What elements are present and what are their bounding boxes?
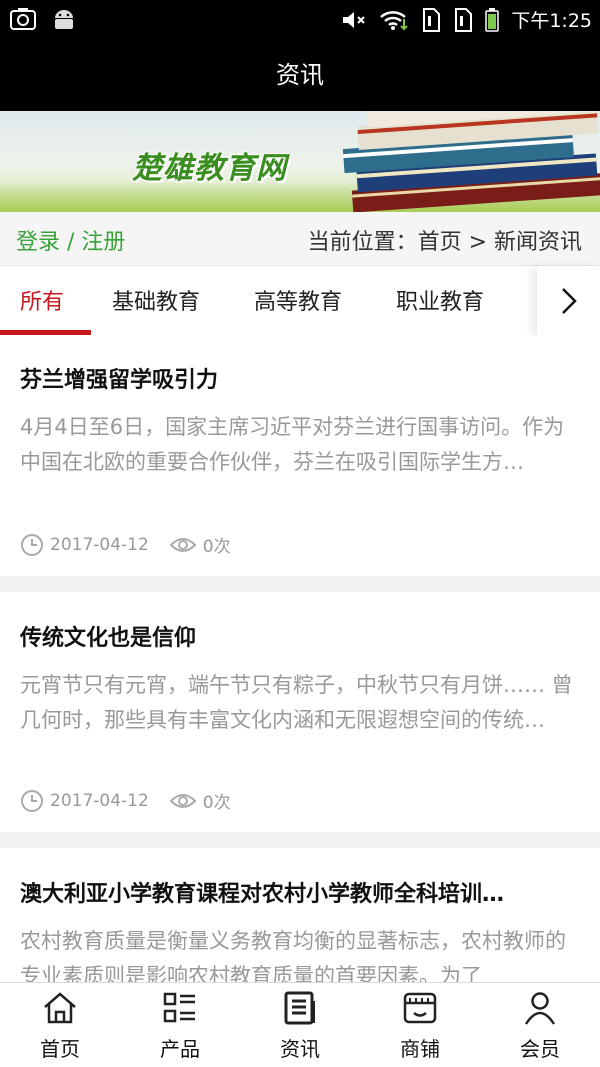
nav-member[interactable]: 会员 xyxy=(480,983,600,1067)
tab-all[interactable]: 所有 xyxy=(20,284,64,316)
tab-basic-education[interactable]: 基础教育 xyxy=(112,284,200,316)
article-summary: 元宵节只有元宵，端午节只有粽子，中秋节只有月饼…… 曾几何时，那些具有丰富文化内… xyxy=(20,673,573,732)
banner-image: 楚雄教育网 xyxy=(0,111,600,212)
category-tabs: 所有 基础教育 高等教育 职业教育 xyxy=(0,266,600,336)
site-logo: 楚雄教育网 xyxy=(132,151,287,186)
article-title[interactable]: 芬兰增强留学吸引力 xyxy=(20,362,218,394)
breadcrumb: 当前位置：首页 > 新闻资讯 xyxy=(307,230,582,255)
status-bar: 下午1:25 xyxy=(0,0,600,40)
news-icon xyxy=(284,991,315,1025)
eye-icon xyxy=(169,537,197,552)
clock-icon xyxy=(21,533,43,556)
battery-icon xyxy=(485,7,500,32)
bottom-nav: 首页 产品 资讯 商铺 会员 xyxy=(0,982,600,1067)
clock-time: 下午1:25 xyxy=(511,10,592,32)
list-item[interactable]: 芬兰增强留学吸引力 4月4日至6日，国家主席习近平对芬兰进行国事访问。作为中国在… xyxy=(0,336,600,576)
sim1-icon xyxy=(421,7,441,32)
nav-shop[interactable]: 商铺 xyxy=(360,983,480,1067)
sim2-icon xyxy=(453,7,473,32)
shop-icon xyxy=(403,992,437,1024)
page-title: 资讯 xyxy=(0,40,600,111)
article-summary: 农村教育质量是衡量义务教育均衡的显著标志，农村教师的专业素质则是影响农村教育质量… xyxy=(20,929,566,982)
nav-home[interactable]: 首页 xyxy=(0,983,120,1067)
active-tab-indicator xyxy=(0,330,91,335)
article-views: 0次 xyxy=(202,793,231,813)
android-icon xyxy=(52,8,76,30)
nav-member-label: 会员 xyxy=(520,1037,560,1061)
login-register-link[interactable]: 登录 / 注册 xyxy=(16,224,125,256)
nav-news[interactable]: 资讯 xyxy=(240,983,360,1067)
clock-icon xyxy=(21,789,43,812)
eye-icon xyxy=(169,793,197,808)
divider xyxy=(0,576,600,592)
nav-shop-label: 商铺 xyxy=(400,1037,440,1061)
article-views: 0次 xyxy=(202,537,231,557)
wifi-icon xyxy=(379,9,409,31)
article-summary: 4月4日至6日，国家主席习近平对芬兰进行国事访问。作为中国在北欧的重要合作伙伴，… xyxy=(20,415,565,474)
article-title[interactable]: 澳大利亚小学教育课程对农村小学教师全科培训… xyxy=(20,876,504,908)
nav-products-label: 产品 xyxy=(160,1037,200,1061)
product-list-icon xyxy=(163,992,195,1023)
article-date: 2017-04-12 xyxy=(50,534,149,555)
article-meta: 2017-04-12 0次 xyxy=(20,788,231,813)
article-title[interactable]: 传统文化也是信仰 xyxy=(20,620,196,652)
article-meta: 2017-04-12 0次 xyxy=(20,532,231,557)
books-illustration xyxy=(342,111,600,212)
article-date: 2017-04-12 xyxy=(50,790,149,811)
chevron-right-icon xyxy=(561,288,577,314)
list-item[interactable]: 澳大利亚小学教育课程对农村小学教师全科培训… 农村教育质量是衡量义务教育均衡的显… xyxy=(0,848,600,982)
nav-home-label: 首页 xyxy=(40,1037,80,1061)
tab-higher-education[interactable]: 高等教育 xyxy=(254,284,342,316)
member-icon xyxy=(524,992,556,1025)
screenshot-icon xyxy=(10,8,36,30)
tabs-scroll-button[interactable] xyxy=(537,266,600,336)
list-item[interactable]: 传统文化也是信仰 元宵节只有元宵，端午节只有粽子，中秋节只有月饼…… 曾几何时，… xyxy=(0,592,600,832)
nav-news-label: 资讯 xyxy=(280,1037,320,1061)
home-icon xyxy=(44,992,76,1024)
mute-icon xyxy=(341,9,367,31)
tab-vocational-education[interactable]: 职业教育 xyxy=(396,284,484,316)
nav-products[interactable]: 产品 xyxy=(120,983,240,1067)
divider xyxy=(0,832,600,848)
location-bar: 登录 / 注册 当前位置：首页 > 新闻资讯 xyxy=(0,212,600,266)
